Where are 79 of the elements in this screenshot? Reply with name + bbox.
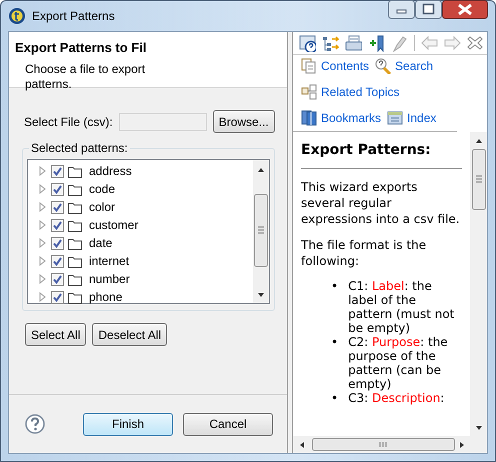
scroll-left-icon[interactable] [298,440,306,448]
expand-arrow-icon[interactable] [38,256,47,266]
pattern-name[interactable]: phone [89,290,122,304]
scroll-thumb[interactable] [312,438,455,451]
folder-icon [68,182,82,196]
maximize-button[interactable] [415,0,442,19]
app-icon [8,7,26,25]
minimize-button[interactable] [388,0,415,19]
help-icon[interactable] [25,414,45,434]
help-link[interactable]: Index [387,110,436,126]
pattern-name[interactable]: customer [89,218,138,232]
group-label: Selected patterns: [30,141,129,155]
pattern-name[interactable]: color [89,200,116,214]
expand-arrow-icon[interactable] [38,274,47,284]
scroll-right-icon[interactable] [458,440,466,448]
help-link[interactable]: Bookmarks [301,110,382,126]
folder-icon [68,254,82,268]
help-link[interactable]: Search [375,58,434,74]
cancel-button[interactable]: Cancel [183,412,273,436]
bullet-mark: • [331,391,338,405]
scroll-thumb[interactable] [472,149,486,211]
browse-button[interactable]: Browse... [212,110,275,133]
help-paragraph: This wizard exports several regular expressions into a csv file. [301,179,461,227]
expand-arrow-icon[interactable] [38,238,47,248]
pattern-name[interactable]: code [89,182,116,196]
deselect-all-button[interactable]: Deselect All [92,323,168,346]
file-label: Select File (csv): [24,114,113,128]
checkbox[interactable] [51,182,64,196]
related-topics-icon [301,84,317,100]
folder-icon [68,200,82,214]
bookmark-icon [301,110,317,126]
scroll-up-icon[interactable] [257,166,265,174]
format-item: C3: Description: [348,391,446,405]
close-button[interactable] [442,0,488,19]
expand-arrow-icon[interactable] [38,220,47,230]
pattern-name[interactable]: number [89,272,130,286]
help-paragraph: The file format is the following: [301,237,428,269]
search-icon [375,58,392,74]
help-window-icon[interactable] [299,34,316,52]
help-title: Export Patterns: [301,142,462,169]
page-description: Choose a file to export patterns. [25,62,146,92]
checkbox[interactable] [51,290,64,304]
file-input-field[interactable] [118,112,207,130]
scroll-down-icon[interactable] [474,424,482,432]
window-title: Export Patterns [32,9,115,23]
checkbox[interactable] [51,236,64,250]
bullet-mark: • [331,335,338,349]
pattern-name[interactable]: date [89,236,112,250]
add-bookmark-icon[interactable] [368,34,385,52]
folder-icon [68,218,82,232]
checkbox[interactable] [51,272,64,286]
pattern-name[interactable]: internet [89,254,130,268]
contents-icon [301,58,317,74]
folder-icon [68,164,82,178]
scroll-down-icon[interactable] [257,291,265,299]
scroll-thumb[interactable] [254,194,268,268]
checkbox[interactable] [51,200,64,214]
checkbox[interactable] [51,164,64,178]
help-link[interactable]: Related Topics [301,84,400,100]
index-icon [387,110,404,126]
folder-icon [68,272,82,286]
finish-button[interactable]: Finish [83,412,173,436]
bullet-mark: • [331,279,338,293]
pattern-name[interactable]: address [89,164,132,178]
format-item: C2: Purpose: the purpose of the pattern (can be empty) [348,335,449,391]
print-icon[interactable] [345,34,362,52]
expand-arrow-icon[interactable] [38,166,47,176]
scroll-up-icon[interactable] [474,137,482,145]
folder-icon [68,236,82,250]
format-item: C1: Label: the label of the pattern (must not be empty) [348,279,456,335]
expand-arrow-icon[interactable] [38,292,47,302]
checkbox[interactable] [51,254,64,268]
help-link[interactable]: Contents [301,58,370,74]
sync-tree-icon[interactable] [322,34,339,52]
expand-arrow-icon[interactable] [38,202,47,212]
expand-arrow-icon[interactable] [38,184,47,194]
checkbox[interactable] [51,218,64,232]
page-heading: Export Patterns to Fil [15,40,148,55]
select-all-button[interactable]: Select All [25,323,86,346]
